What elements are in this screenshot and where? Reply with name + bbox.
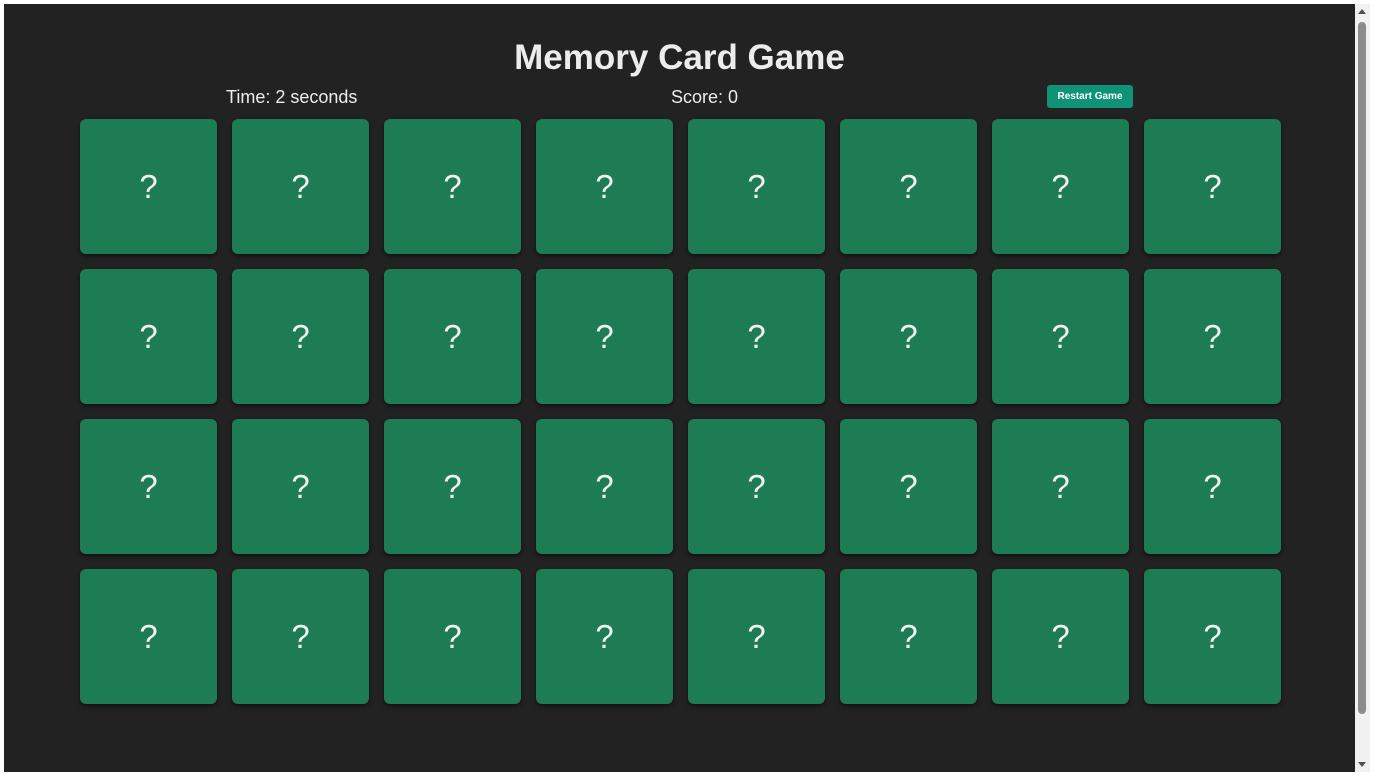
memory-card[interactable]: ?	[232, 119, 369, 254]
card-face-label: ?	[595, 618, 614, 655]
vertical-scrollbar[interactable]	[1355, 4, 1370, 772]
scroll-down-arrow-icon[interactable]	[1358, 762, 1366, 767]
card-face-label: ?	[291, 618, 310, 655]
card-face-label: ?	[595, 318, 614, 355]
card-face-label: ?	[291, 318, 310, 355]
timer-display: Time: 2 seconds	[226, 87, 358, 107]
card-face-label: ?	[443, 168, 462, 205]
card-face-label: ?	[1051, 618, 1070, 655]
scroll-up-arrow-icon[interactable]	[1358, 9, 1366, 14]
card-face-label: ?	[291, 168, 310, 205]
card-face-label: ?	[139, 318, 158, 355]
memory-card[interactable]: ?	[232, 419, 369, 554]
memory-card[interactable]: ?	[232, 269, 369, 404]
memory-card[interactable]: ?	[992, 119, 1129, 254]
page-title: Memory Card Game	[514, 38, 845, 77]
scrollbar-thumb[interactable]	[1358, 22, 1366, 714]
memory-card[interactable]: ?	[1144, 119, 1281, 254]
card-face-label: ?	[747, 618, 766, 655]
memory-card[interactable]: ?	[536, 419, 673, 554]
card-grid: ????????????????????????????????	[80, 119, 1281, 704]
memory-card[interactable]: ?	[688, 119, 825, 254]
card-face-label: ?	[595, 468, 614, 505]
card-face-label: ?	[1051, 468, 1070, 505]
memory-card[interactable]: ?	[384, 569, 521, 704]
memory-card[interactable]: ?	[992, 269, 1129, 404]
card-face-label: ?	[139, 618, 158, 655]
memory-card[interactable]: ?	[384, 269, 521, 404]
memory-card[interactable]: ?	[840, 269, 977, 404]
memory-card[interactable]: ?	[1144, 569, 1281, 704]
memory-card[interactable]: ?	[384, 119, 521, 254]
memory-card[interactable]: ?	[536, 269, 673, 404]
memory-card[interactable]: ?	[1144, 269, 1281, 404]
memory-card[interactable]: ?	[992, 569, 1129, 704]
card-face-label: ?	[747, 168, 766, 205]
memory-card[interactable]: ?	[384, 419, 521, 554]
memory-card[interactable]: ?	[80, 119, 217, 254]
memory-card[interactable]: ?	[232, 569, 369, 704]
game-viewport: Memory Card Game Time: 2 seconds Score: …	[4, 4, 1355, 772]
memory-card[interactable]: ?	[688, 569, 825, 704]
memory-card[interactable]: ?	[80, 419, 217, 554]
memory-card[interactable]: ?	[840, 569, 977, 704]
card-face-label: ?	[1203, 318, 1222, 355]
card-face-label: ?	[899, 618, 918, 655]
card-face-label: ?	[443, 618, 462, 655]
memory-card[interactable]: ?	[80, 569, 217, 704]
card-face-label: ?	[139, 468, 158, 505]
card-face-label: ?	[595, 168, 614, 205]
card-face-label: ?	[1203, 618, 1222, 655]
card-face-label: ?	[747, 468, 766, 505]
card-face-label: ?	[1051, 168, 1070, 205]
memory-card[interactable]: ?	[80, 269, 217, 404]
card-face-label: ?	[443, 468, 462, 505]
card-face-label: ?	[899, 168, 918, 205]
card-face-label: ?	[899, 468, 918, 505]
card-face-label: ?	[1203, 168, 1222, 205]
memory-card[interactable]: ?	[536, 569, 673, 704]
card-face-label: ?	[1203, 468, 1222, 505]
memory-card[interactable]: ?	[536, 119, 673, 254]
memory-card[interactable]: ?	[1144, 419, 1281, 554]
memory-card[interactable]: ?	[840, 419, 977, 554]
card-face-label: ?	[139, 168, 158, 205]
card-face-label: ?	[291, 468, 310, 505]
card-face-label: ?	[747, 318, 766, 355]
memory-card[interactable]: ?	[840, 119, 977, 254]
memory-card[interactable]: ?	[688, 419, 825, 554]
score-display: Score: 0	[671, 87, 739, 107]
card-face-label: ?	[899, 318, 918, 355]
card-face-label: ?	[443, 318, 462, 355]
memory-card[interactable]: ?	[688, 269, 825, 404]
restart-game-button[interactable]: Restart Game	[1047, 85, 1133, 108]
memory-card[interactable]: ?	[992, 419, 1129, 554]
card-face-label: ?	[1051, 318, 1070, 355]
